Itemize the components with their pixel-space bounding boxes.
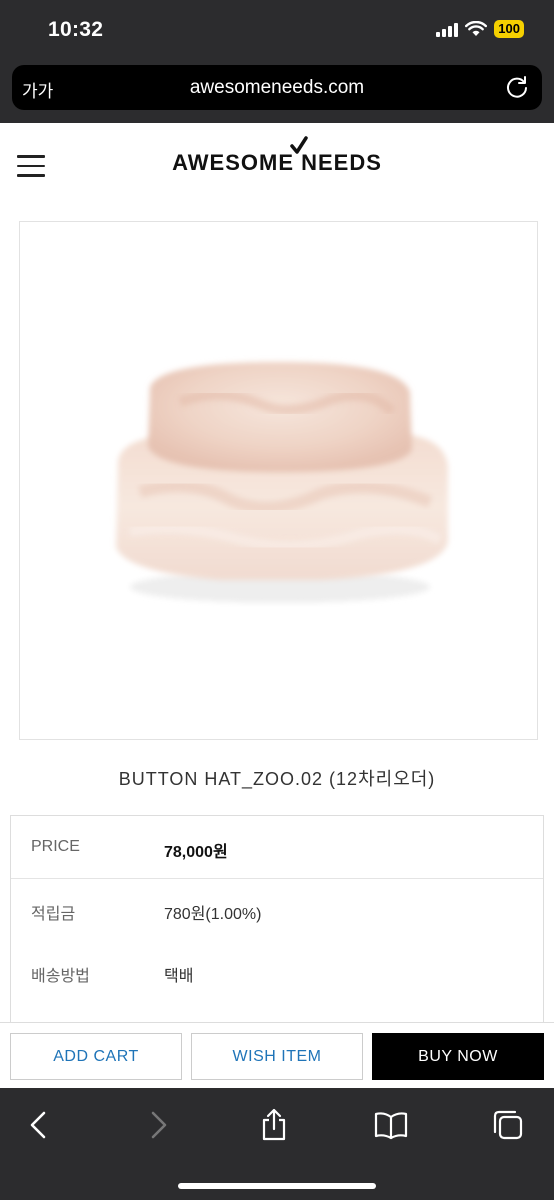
- shipping-label: 배송방법: [31, 968, 90, 985]
- shipping-value: 택배: [164, 968, 194, 985]
- status-icons: 100: [436, 20, 524, 38]
- status-time: 10:32: [48, 18, 104, 41]
- share-icon[interactable]: [257, 1108, 291, 1142]
- buy-now-button[interactable]: BUY NOW: [372, 1033, 544, 1080]
- points-value: 780원(1.00%): [164, 906, 262, 923]
- product-info-table: PRICE 78,000원 적립금 780원(1.00%) 배송방법 택배: [10, 815, 544, 1045]
- back-icon[interactable]: [22, 1108, 56, 1142]
- reload-icon[interactable]: [504, 74, 530, 100]
- add-cart-button[interactable]: ADD CART: [10, 1033, 182, 1080]
- wifi-icon: [465, 21, 488, 36]
- signal-icon: [436, 22, 459, 37]
- fur-hat-image: [116, 362, 448, 603]
- battery-indicator: 100: [494, 20, 524, 38]
- purchase-action-bar: ADD CART WISH ITEM BUY NOW: [0, 1022, 554, 1088]
- price-row: PRICE 78,000원: [11, 816, 543, 879]
- logo-check-icon: [290, 136, 308, 154]
- site-logo[interactable]: AWESOME NEEDS: [0, 150, 554, 176]
- product-name: BUTTON HAT_ZOO.02 (12차리오더): [118, 769, 436, 789]
- home-indicator: [178, 1183, 376, 1189]
- address-bar[interactable]: 가가 awesomeneeds.com: [12, 65, 542, 110]
- bookmarks-icon[interactable]: [374, 1108, 408, 1142]
- points-label: 적립금: [31, 906, 76, 923]
- browser-chrome-top: 10:32 100 가가 awesomeneeds.com: [0, 0, 554, 123]
- wish-item-button[interactable]: WISH ITEM: [191, 1033, 363, 1080]
- product-image[interactable]: [19, 221, 538, 740]
- price-label: PRICE: [31, 838, 80, 855]
- price-value: 78,000원: [164, 844, 228, 861]
- tabs-icon[interactable]: [491, 1108, 525, 1142]
- url-text[interactable]: awesomeneeds.com: [12, 77, 542, 99]
- site-header: AWESOME NEEDS: [0, 123, 554, 213]
- forward-icon[interactable]: [141, 1108, 175, 1142]
